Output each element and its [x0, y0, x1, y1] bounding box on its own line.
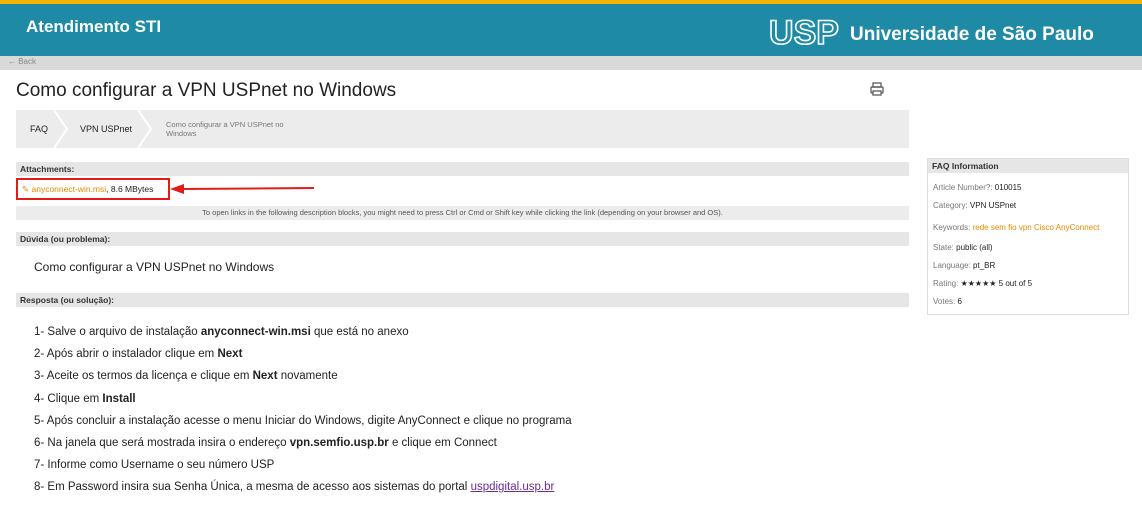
page-title: Como configurar a VPN USPnet no Windows [16, 80, 397, 101]
category: Category: VPN USPnet [933, 201, 1017, 210]
keywords: Keywords: rede sem fio vpn Cisco AnyConn… [933, 223, 1100, 232]
back-link[interactable]: ← Back [8, 57, 36, 66]
state: State: public (all) [933, 243, 993, 252]
answer-step: 2- Após abrir o instalador clique em Nex… [34, 348, 243, 361]
link-notice: To open links in the following descripti… [16, 206, 909, 220]
answer-step: 8- Em Password insira sua Senha Única, a… [34, 481, 555, 494]
breadcrumb-separator [54, 110, 68, 148]
answer-step: 4- Clique em Install [34, 392, 136, 405]
usp-logo-letters: USP [769, 15, 839, 49]
article-number: Article Number?: 010015 [933, 183, 1022, 192]
uspdigital-link[interactable]: uspdigital.usp.br [471, 481, 555, 493]
votes: Votes: 6 [933, 297, 962, 306]
breadcrumb-item-faq[interactable]: FAQ [30, 110, 48, 148]
paperclip-icon: ✎ [22, 184, 30, 194]
app-title[interactable]: Atendimento STI [26, 17, 161, 37]
sub-nav-bar: ← Back [0, 56, 1142, 70]
answer-step: 5- Após concluir a instalação acesse o m… [34, 414, 572, 427]
answer-step: 1- Salve o arquivo de instalação anyconn… [34, 326, 409, 338]
arrow-annotation [170, 184, 315, 194]
rating: Rating: ★★★★★ 5 out of 5 [933, 279, 1033, 288]
answer-header: Resposta (ou solução): [16, 293, 909, 307]
question-header: Dúvida (ou problema): [16, 232, 909, 246]
site-header: Atendimento STI USP Universidade de São … [0, 4, 1142, 56]
university-name: Universidade de São Paulo [850, 24, 1094, 45]
breadcrumb-item-vpn[interactable]: VPN USPnet [80, 110, 132, 148]
usp-logo[interactable]: USP Universidade de São Paulo [766, 12, 1094, 52]
usp-logo-mark: USP [768, 15, 840, 49]
rating-stars: ★★★★★ [960, 279, 997, 288]
answer-step: 7- Informe como Username o seu número US… [34, 459, 275, 472]
print-icon[interactable] [868, 81, 886, 97]
attachment-link[interactable]: anyconnect-win.msi [32, 184, 107, 194]
breadcrumb-item-current: Como configurar a VPN USPnet no Windows [166, 120, 284, 138]
language: Language: pt_BR [933, 261, 996, 270]
attachment-item: ✎ anyconnect-win.msi, 8.6 MBytes [16, 178, 170, 200]
answer-steps: 1- Salve o arquivo de instalação anyconn… [34, 325, 572, 503]
keywords-links[interactable]: rede sem fio vpn Cisco AnyConnect [973, 223, 1100, 232]
breadcrumb: FAQ VPN USPnet Como configurar a VPN USP… [16, 110, 909, 148]
faq-information-header: FAQ Information [928, 159, 1128, 173]
faq-information-panel: FAQ Information Article Number?: 010015 … [927, 158, 1129, 315]
question-text: Como configurar a VPN USPnet no Windows [34, 260, 275, 274]
answer-step: 6- Na janela que será mostrada insira o … [34, 436, 497, 449]
breadcrumb-separator [138, 110, 152, 148]
answer-step: 3- Aceite os termos da licença e clique … [34, 370, 338, 383]
attachment-size: , 8.6 MBytes [106, 184, 154, 194]
